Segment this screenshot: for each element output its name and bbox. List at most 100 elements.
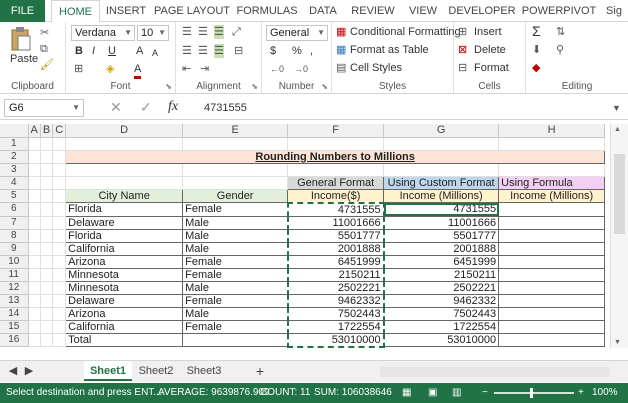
cell-income[interactable]: 2502221 — [286, 280, 385, 295]
cell-e[interactable] — [182, 176, 289, 190]
row-header[interactable]: 1 — [0, 137, 29, 151]
cell-b[interactable] — [40, 176, 54, 190]
cell-income[interactable]: 2001888 — [286, 241, 385, 256]
insert-cells-button[interactable]: Insert — [474, 25, 502, 39]
cell-a[interactable] — [28, 320, 41, 334]
tab-signin[interactable]: Sig — [600, 0, 628, 22]
cell-city[interactable]: Delaware — [65, 293, 184, 308]
cell-gender[interactable]: Female — [182, 254, 289, 269]
cell-income[interactable]: 53010000 — [286, 332, 385, 348]
tab-page-layout[interactable]: PAGE LAYOUT — [152, 0, 232, 22]
cell-c[interactable] — [52, 281, 67, 295]
cell-a[interactable] — [28, 268, 41, 282]
cell-city[interactable]: California — [65, 319, 184, 334]
currency-button[interactable]: $ — [270, 44, 276, 58]
paste-button[interactable]: Paste — [10, 52, 38, 66]
cell-c[interactable] — [52, 242, 67, 256]
cell-b[interactable] — [40, 320, 54, 334]
row-header[interactable]: 10 — [0, 255, 29, 269]
tab-home[interactable]: HOME — [51, 0, 100, 23]
cell-income-millions[interactable]: 7502443 — [383, 306, 500, 321]
cell-city[interactable]: California — [65, 241, 184, 256]
find-select-icon[interactable]: ⚲ — [556, 43, 564, 57]
tab-view[interactable]: VIEW — [402, 0, 444, 22]
font-color-button[interactable]: A — [134, 62, 142, 79]
zoom-in-icon[interactable]: + — [578, 383, 584, 403]
cell-gender[interactable]: Female — [182, 293, 289, 308]
zoom-level[interactable]: 100% — [592, 383, 618, 403]
cell-b[interactable] — [40, 216, 54, 230]
row-header[interactable]: 4 — [0, 176, 29, 190]
cell-a[interactable] — [28, 137, 41, 151]
column-header-d[interactable]: D — [65, 124, 184, 138]
cell-c[interactable] — [52, 229, 67, 243]
tab-data[interactable]: DATA — [303, 0, 343, 22]
cell-city[interactable]: Delaware — [65, 215, 184, 230]
zoom-slider[interactable] — [494, 392, 574, 394]
formula-input[interactable]: 4731555 — [204, 101, 247, 115]
format-cells-icon[interactable]: ⊟ — [458, 61, 467, 75]
cell-city[interactable]: Arizona — [65, 254, 184, 269]
cell-c[interactable] — [52, 176, 67, 190]
align-top-icon[interactable]: ☰ — [182, 25, 192, 39]
cell-gender[interactable]: Female — [182, 319, 289, 334]
cell-income[interactable]: 7502443 — [286, 306, 385, 321]
row-header[interactable]: 9 — [0, 242, 29, 256]
zoom-slider-thumb[interactable] — [530, 388, 533, 398]
cell-income[interactable]: 1722554 — [286, 319, 385, 334]
cell-gender[interactable]: Female — [182, 267, 289, 282]
sheet-tab-3[interactable]: Sheet3 — [182, 361, 226, 381]
cell-h[interactable] — [498, 137, 606, 151]
cell-gender[interactable] — [182, 332, 289, 347]
cell-d[interactable] — [65, 163, 184, 177]
cell-income-formula[interactable] — [498, 215, 606, 230]
horizontal-scrollbar[interactable] — [380, 367, 610, 377]
cell-city[interactable]: Minnesota — [65, 280, 184, 295]
tab-file[interactable]: FILE — [0, 0, 45, 22]
cell-f[interactable] — [287, 137, 385, 151]
cell-a[interactable] — [28, 176, 41, 190]
cell-a[interactable] — [28, 163, 41, 177]
header-city-name[interactable]: City Name — [65, 188, 184, 203]
cell-a[interactable] — [28, 281, 41, 295]
format-painter-icon[interactable]: 🖌 — [40, 58, 54, 72]
cell-income-millions[interactable]: 53010000 — [383, 332, 500, 347]
cut-icon[interactable]: ✂ — [40, 26, 49, 40]
dialog-launcher-icon[interactable]: ⬊ — [321, 82, 328, 91]
prev-sheet-icon[interactable]: ◀ — [6, 361, 20, 381]
cell-gender[interactable]: Female — [182, 202, 289, 217]
cell-b[interactable] — [40, 294, 54, 308]
cell-b[interactable] — [40, 307, 54, 321]
cell-income-formula[interactable] — [498, 267, 606, 282]
cell-g[interactable] — [383, 163, 500, 177]
cell-c[interactable] — [52, 150, 67, 164]
cell-d[interactable] — [65, 137, 184, 151]
row-header[interactable]: 14 — [0, 307, 29, 321]
orientation-icon[interactable]: ⤢ — [232, 25, 241, 39]
row-header[interactable]: 3 — [0, 163, 29, 177]
expand-formula-icon[interactable]: ▼ — [612, 101, 621, 115]
cell-city[interactable]: Arizona — [65, 306, 184, 321]
select-all-corner[interactable] — [0, 124, 29, 138]
cell-b[interactable] — [40, 242, 54, 256]
format-cells-button[interactable]: Format — [474, 61, 509, 75]
sheet-tab-1[interactable]: Sheet1 — [84, 361, 132, 381]
align-right-icon[interactable]: ☰ — [214, 44, 224, 58]
cell-c[interactable] — [52, 268, 67, 282]
cell-city[interactable]: Minnesota — [65, 267, 184, 282]
column-header-b[interactable]: B — [40, 124, 54, 138]
row-header[interactable]: 2 — [0, 150, 29, 164]
header-income-millions-formula[interactable]: Income (Millions) — [498, 188, 606, 203]
cell-c[interactable] — [52, 333, 67, 347]
cell-income-formula[interactable] — [498, 280, 606, 295]
cell-income-formula[interactable] — [498, 241, 606, 256]
cell-income-formula[interactable] — [498, 332, 606, 347]
font-name-select[interactable]: Verdana ▼ — [71, 25, 135, 41]
decrease-decimal-icon[interactable]: →0 — [294, 62, 308, 76]
tab-powerpivot[interactable]: POWERPIVOT — [519, 0, 599, 22]
fill-icon[interactable]: ⬇ — [532, 43, 541, 57]
row-header[interactable]: 13 — [0, 294, 29, 308]
format-as-table-button[interactable]: Format as Table — [350, 43, 429, 57]
cancel-icon[interactable]: ✕ — [110, 100, 122, 114]
enter-icon[interactable]: ✓ — [140, 100, 152, 114]
